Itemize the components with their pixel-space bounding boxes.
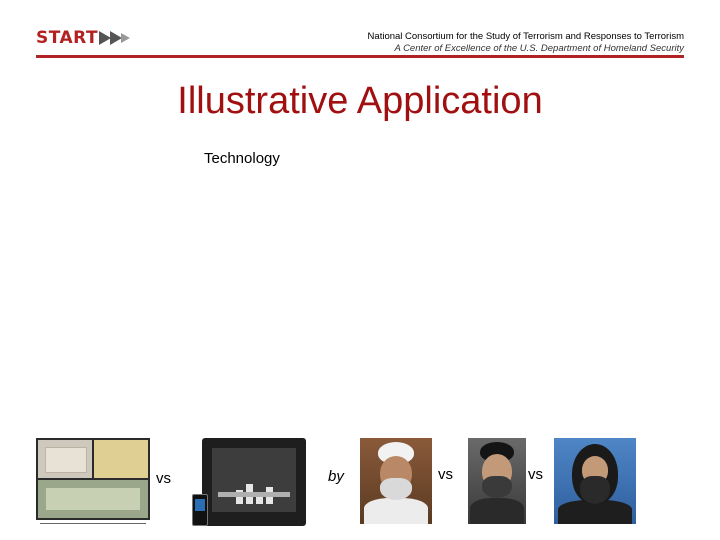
portrait-photo-3	[554, 438, 636, 524]
slide-title: Illustrative Application	[177, 80, 543, 122]
start-logo: START	[36, 28, 131, 48]
organization-subtitle: A Center of Excellence of the U.S. Depar…	[394, 43, 684, 54]
slide-subheading: Technology	[204, 150, 280, 167]
organization-header: National Consortium for the Study of Ter…	[368, 31, 684, 55]
vs-label-2: vs	[438, 466, 453, 483]
vs-label-3: vs	[528, 466, 543, 483]
portrait-photo-2	[468, 438, 526, 524]
organization-name: National Consortium for the Study of Ter…	[367, 31, 684, 42]
portrait-photo-1	[360, 438, 432, 524]
logo-text: START	[36, 28, 99, 48]
lab-on-chip-photo	[36, 438, 150, 526]
by-label: by	[328, 468, 344, 485]
3d-printer-photo	[192, 438, 308, 526]
double-arrow-icon	[99, 31, 131, 45]
header-divider	[36, 55, 684, 58]
vs-label-1: vs	[156, 470, 171, 487]
